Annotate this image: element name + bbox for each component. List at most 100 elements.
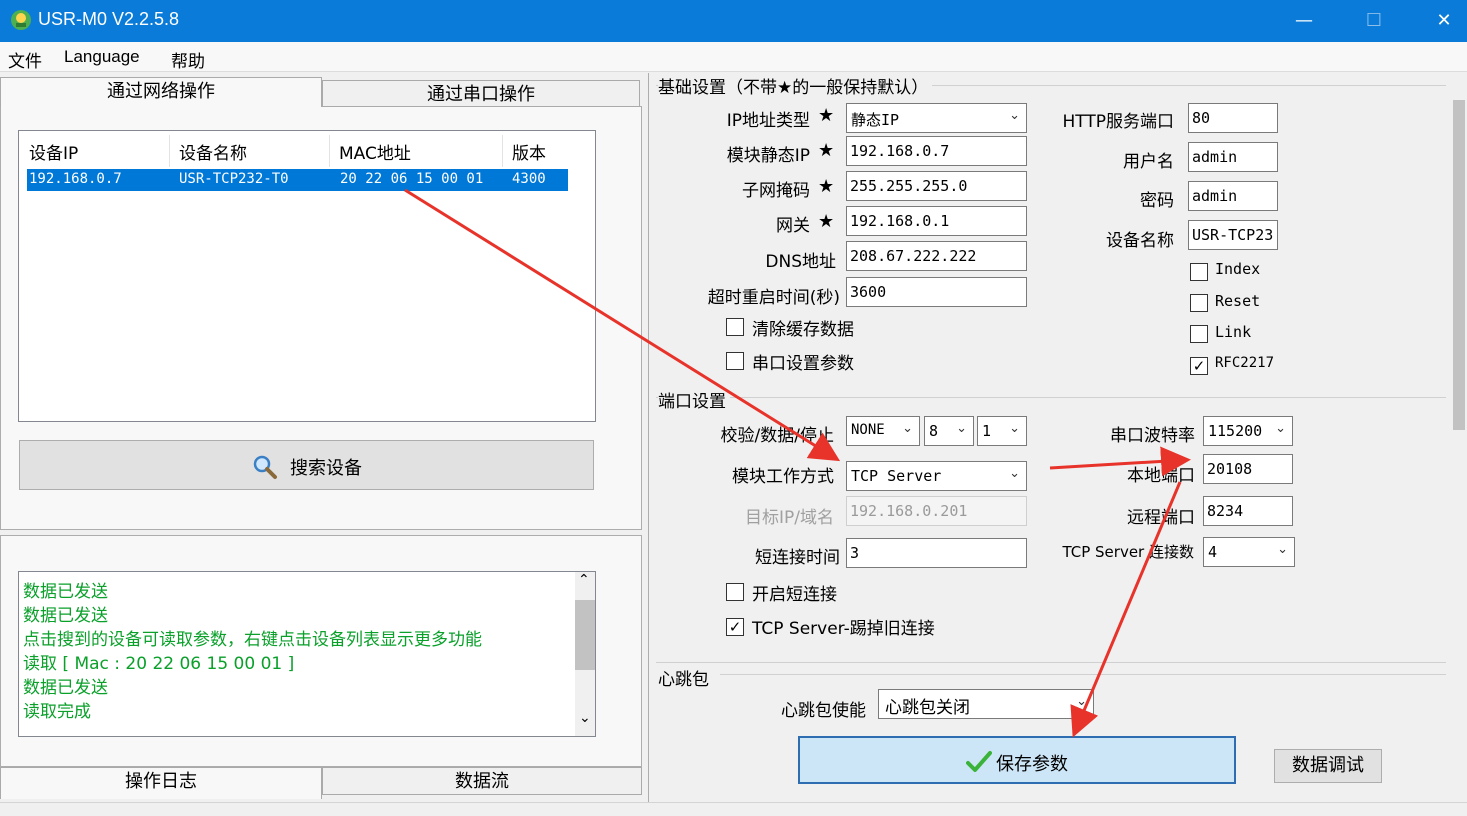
title-bar: USR-M0 V2.2.5.8 — ☐ ✕ xyxy=(0,0,1467,42)
http-port-input[interactable]: 80 xyxy=(1188,103,1278,133)
tcp-server-conn-select[interactable]: 4 ⌄ xyxy=(1203,537,1295,567)
static-ip-label: 模块静态IP xyxy=(726,146,810,166)
index-label: Index xyxy=(1215,260,1261,278)
timeout-restart-label: 超时重启时间(秒) xyxy=(707,288,840,308)
parity-value: NONE xyxy=(851,422,885,438)
work-mode-value: TCP Server xyxy=(851,467,942,485)
scrollbar-thumb[interactable] xyxy=(1453,100,1465,430)
rfc2217-label: RFC2217 xyxy=(1215,355,1275,371)
tab-network[interactable]: 通过网络操作 xyxy=(0,77,322,107)
dns-input[interactable]: 208.67.222.222 xyxy=(846,241,1027,271)
parity-select[interactable]: NONE ⌄ xyxy=(846,416,920,446)
device-name-label: 设备名称 xyxy=(1106,231,1174,251)
minimize-button[interactable]: — xyxy=(1280,0,1328,42)
status-bar xyxy=(0,802,1467,816)
save-button-label: 保存参数 xyxy=(996,754,1068,775)
index-checkbox[interactable] xyxy=(1190,263,1208,281)
databits-select[interactable]: 8 ⌄ xyxy=(924,416,974,446)
baud-rate-select[interactable]: 115200 ⌄ xyxy=(1203,416,1293,446)
serial-params-checkbox[interactable] xyxy=(726,352,744,370)
username-input[interactable]: admin xyxy=(1188,142,1278,172)
log-line: 数据已发送 xyxy=(23,678,108,698)
device-name-input[interactable]: USR-TCP23 xyxy=(1188,220,1278,250)
log-line: 读取 [ Mac : 20 22 06 15 00 01 ] xyxy=(23,654,295,674)
reset-checkbox[interactable] xyxy=(1190,294,1208,312)
scrollbar-thumb[interactable] xyxy=(575,600,595,670)
stopbits-value: 1 xyxy=(982,422,992,440)
chevron-down-icon: ⌄ xyxy=(956,421,967,436)
app-logo-icon xyxy=(11,10,31,30)
search-devices-button[interactable]: 搜索设备 xyxy=(19,440,594,490)
log-output[interactable]: 数据已发送 数据已发送 点击搜到的设备可读取参数，右键点击设备列表显示更多功能 … xyxy=(18,571,596,737)
chevron-down-icon: ⌄ xyxy=(1009,108,1020,123)
link-label: Link xyxy=(1215,323,1252,341)
kick-old-connection-checkbox[interactable]: ✓ xyxy=(726,618,744,636)
required-star-icon: ★ xyxy=(818,105,835,126)
chevron-down-icon: ⌄ xyxy=(1009,421,1020,436)
menu-bar: 文件 Language 帮助 xyxy=(0,42,1467,72)
rfc2217-checkbox[interactable]: ✓ xyxy=(1190,357,1208,375)
group-divider xyxy=(720,674,1446,675)
menu-help[interactable]: 帮助 xyxy=(171,47,205,72)
device-list: 设备IP 设备名称 MAC地址 版本 192.168.0.7 USR-TCP23… xyxy=(18,130,596,422)
gateway-input[interactable]: 192.168.0.1 xyxy=(846,206,1027,236)
table-row[interactable]: 192.168.0.7 USR-TCP232-T0 20 22 06 15 00… xyxy=(27,169,568,191)
remote-port-input[interactable]: 8234 xyxy=(1203,496,1293,526)
baud-rate-label: 串口波特率 xyxy=(1110,426,1195,446)
databits-value: 8 xyxy=(929,422,939,440)
close-button[interactable]: ✕ xyxy=(1420,0,1467,42)
settings-scrollbar[interactable] xyxy=(1451,80,1467,722)
tab-data-stream[interactable]: 数据流 xyxy=(322,767,642,795)
menu-language[interactable]: Language xyxy=(64,47,140,67)
heartbeat-title: 心跳包 xyxy=(658,670,709,690)
device-mac-cell: 20 22 06 15 00 01 xyxy=(340,171,484,187)
required-star-icon: ★ xyxy=(818,211,835,232)
heartbeat-enable-label: 心跳包使能 xyxy=(781,701,866,721)
tab-operation-log[interactable]: 操作日志 xyxy=(0,767,322,799)
col-device-name[interactable]: 设备名称 xyxy=(179,139,247,164)
timeout-restart-input[interactable]: 3600 xyxy=(846,277,1027,307)
required-star-icon: ★ xyxy=(818,140,835,161)
col-mac[interactable]: MAC地址 xyxy=(339,139,411,164)
menu-file[interactable]: 文件 xyxy=(8,47,42,72)
scroll-up-icon[interactable]: ⌃ xyxy=(578,572,590,588)
stopbits-select[interactable]: 1 ⌄ xyxy=(977,416,1027,446)
log-line: 数据已发送 xyxy=(23,582,108,602)
column-divider xyxy=(169,135,170,167)
device-version-cell: 4300 xyxy=(512,171,546,187)
scroll-down-icon[interactable]: ⌄ xyxy=(579,710,591,726)
checkmark-icon xyxy=(966,751,992,772)
save-params-button[interactable]: 保存参数 xyxy=(798,736,1236,784)
parity-databits-stopbits-label: 校验/数据/停止 xyxy=(720,426,834,446)
ip-type-value: 静态IP xyxy=(851,111,900,129)
tab-serial[interactable]: 通过串口操作 xyxy=(322,80,640,107)
basic-settings-title: 基础设置（不带★的一般保持默认） xyxy=(658,73,933,98)
local-port-input[interactable]: 20108 xyxy=(1203,454,1293,484)
short-connection-checkbox[interactable] xyxy=(726,583,744,601)
gateway-label: 网关 xyxy=(776,216,810,236)
subnet-mask-input[interactable]: 255.255.255.0 xyxy=(846,171,1027,201)
kick-old-connection-label: TCP Server-踢掉旧连接 xyxy=(752,619,935,639)
serial-params-label: 串口设置参数 xyxy=(752,354,854,374)
link-checkbox[interactable] xyxy=(1190,325,1208,343)
col-device-ip[interactable]: 设备IP xyxy=(29,139,78,164)
baud-rate-value: 115200 xyxy=(1208,422,1263,440)
data-debug-button[interactable]: 数据调试 xyxy=(1274,749,1382,783)
subnet-mask-label: 子网掩码 xyxy=(742,181,810,201)
tcp-server-conn-label: TCP Server 连接数 xyxy=(1062,543,1194,561)
short-conn-time-input[interactable]: 3 xyxy=(846,538,1027,568)
col-version[interactable]: 版本 xyxy=(512,139,546,164)
ip-type-select[interactable]: 静态IP ⌄ xyxy=(846,103,1027,133)
password-input[interactable]: admin xyxy=(1188,181,1278,211)
heartbeat-enable-select[interactable]: 心跳包关闭 ⌄ xyxy=(878,689,1094,719)
clear-cache-checkbox[interactable] xyxy=(726,318,744,336)
log-scrollbar[interactable]: ⌃ ⌄ xyxy=(575,572,595,736)
work-mode-select[interactable]: TCP Server ⌄ xyxy=(846,461,1027,491)
column-divider xyxy=(329,135,330,167)
remote-port-label: 远程端口 xyxy=(1127,508,1195,528)
username-label: 用户名 xyxy=(1123,152,1174,172)
device-name-cell: USR-TCP232-T0 xyxy=(179,171,289,187)
static-ip-input[interactable]: 192.168.0.7 xyxy=(846,136,1027,166)
dns-label: DNS地址 xyxy=(765,252,836,272)
maximize-button[interactable]: ☐ xyxy=(1350,0,1398,42)
